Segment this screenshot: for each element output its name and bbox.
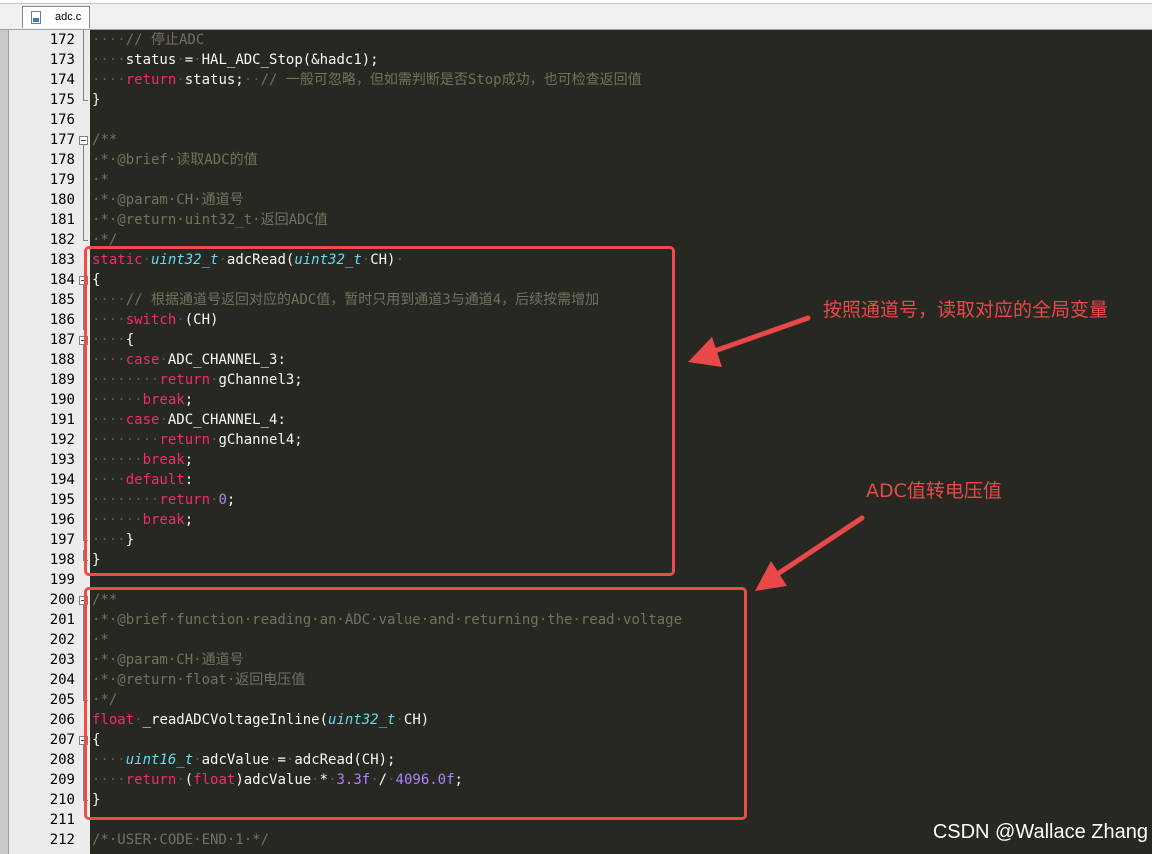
annotation-label-2: ADC值转电压值 <box>866 480 1002 502</box>
annotation-label-1: 按照通道号，读取对应的全局变量 <box>823 299 1109 321</box>
arrow-line-2 <box>767 515 865 582</box>
annotation-arrows <box>688 315 865 591</box>
arrow-head-2-icon <box>755 561 787 591</box>
watermark: CSDN @Wallace Zhang <box>932 821 1148 843</box>
arrow-head-1-icon <box>688 337 722 367</box>
arrow-line-1 <box>703 315 811 357</box>
